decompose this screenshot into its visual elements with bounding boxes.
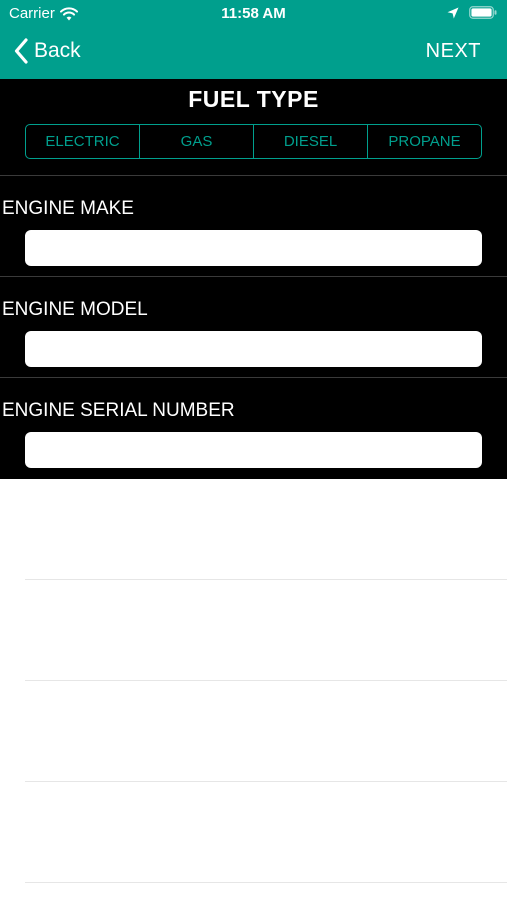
fuel-option-propane[interactable]: PROPANE — [368, 125, 481, 158]
status-indicators — [447, 6, 497, 19]
row-separator — [25, 781, 507, 782]
engine-serial-number-label: ENGINE SERIAL NUMBER — [2, 400, 235, 421]
back-button[interactable]: Back — [14, 38, 81, 64]
app-header: Carrier 11:58 AM Back NEXT — [0, 0, 507, 79]
fuel-type-selector: ELECTRIC GAS DIESEL PROPANE — [25, 124, 482, 159]
section-divider — [0, 276, 507, 277]
back-label: Back — [34, 39, 81, 62]
engine-model-input[interactable] — [25, 331, 482, 367]
back-chevron-icon — [14, 38, 28, 64]
empty-table-area — [0, 479, 507, 900]
location-icon — [447, 7, 459, 18]
status-bar: Carrier 11:58 AM — [0, 0, 507, 28]
engine-make-label: ENGINE MAKE — [2, 198, 134, 219]
fuel-option-gas[interactable]: GAS — [140, 125, 254, 158]
fuel-option-electric[interactable]: ELECTRIC — [26, 125, 140, 158]
fuel-option-diesel[interactable]: DIESEL — [254, 125, 368, 158]
fuel-type-title: FUEL TYPE — [188, 86, 319, 112]
row-separator — [25, 579, 507, 580]
status-time: 11:58 AM — [221, 5, 286, 22]
engine-serial-number-input[interactable] — [25, 432, 482, 468]
next-button[interactable]: NEXT — [426, 40, 481, 63]
engine-form: FUEL TYPE ELECTRIC GAS DIESEL PROPANE EN… — [0, 79, 507, 479]
battery-icon — [469, 6, 497, 19]
section-divider — [0, 377, 507, 378]
row-separator — [25, 882, 507, 883]
section-divider — [0, 175, 507, 176]
navigation-bar: Back NEXT — [0, 28, 507, 79]
row-separator — [25, 680, 507, 681]
engine-model-label: ENGINE MODEL — [2, 299, 148, 320]
engine-make-input[interactable] — [25, 230, 482, 266]
